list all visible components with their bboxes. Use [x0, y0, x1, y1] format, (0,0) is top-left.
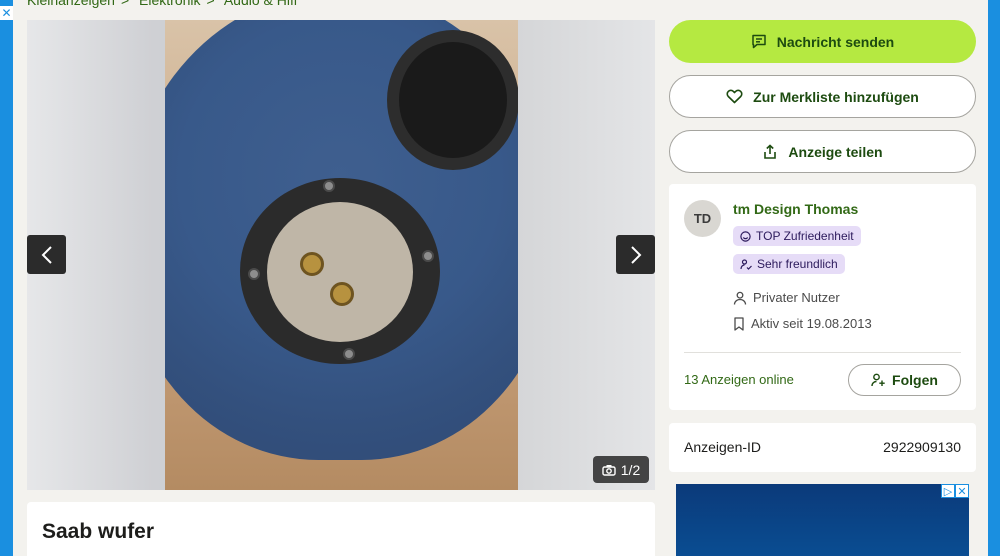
image-counter-text: 1/2: [620, 461, 641, 478]
user-icon: [733, 291, 747, 305]
listing-title-card: Saab wufer: [27, 502, 655, 556]
share-icon: [764, 143, 777, 159]
friendly-icon: [740, 258, 752, 270]
badge-friendly: Sehr freundlich: [733, 254, 845, 274]
image-counter[interactable]: 1/2: [593, 456, 649, 483]
ads-online-link[interactable]: 13 Anzeigen online: [684, 372, 794, 387]
ad-id-label: Anzeigen-ID: [684, 439, 762, 455]
follow-user-icon: [871, 373, 885, 387]
photo-terminal-plate: [267, 202, 413, 342]
breadcrumb: Kleinanzeigen > Elektronik > Audio & Hifi: [27, 0, 303, 8]
seller-active-since-label: Aktiv seit 19.08.2013: [751, 316, 872, 331]
breadcrumb-item-elektronik[interactable]: Elektronik: [139, 0, 200, 8]
seller-active-since: Aktiv seit 19.08.2013: [733, 316, 872, 331]
follow-button-label: Folgen: [892, 372, 938, 388]
seller-name[interactable]: tm Design Thomas: [733, 201, 858, 217]
seller-type: Privater Nutzer: [733, 290, 840, 305]
smiley-icon: [740, 230, 751, 242]
camera-icon: [602, 464, 616, 476]
breadcrumb-item-kleinanzeigen[interactable]: Kleinanzeigen: [27, 0, 115, 8]
avatar[interactable]: TD: [684, 200, 721, 237]
seller-card: TD tm Design Thomas TOP Zufriedenheit Se…: [669, 184, 976, 410]
send-message-label: Nachricht senden: [776, 33, 895, 50]
bookmark-icon: [734, 316, 744, 331]
breadcrumb-separator: >: [206, 0, 215, 8]
send-message-button[interactable]: Nachricht senden: [669, 20, 976, 63]
adchoices-icon[interactable]: ▷: [941, 484, 955, 498]
ad-close-icon[interactable]: ✕: [0, 6, 13, 20]
photo-screw: [422, 250, 434, 262]
ad-controls: ▷ ✕: [941, 484, 969, 498]
chevron-right-icon: [630, 245, 641, 264]
listing-photo[interactable]: [165, 20, 518, 490]
display-ad[interactable]: ▷ ✕: [676, 484, 969, 556]
badge-top-label: TOP Zufriedenheit: [756, 229, 854, 243]
photo-screw: [323, 180, 335, 192]
divider: [684, 352, 961, 353]
follow-button[interactable]: Folgen: [848, 364, 961, 396]
photo-bass-port: [387, 30, 518, 170]
breadcrumb-separator: >: [120, 0, 130, 8]
add-to-watchlist-button[interactable]: Zur Merkliste hinzufügen: [669, 75, 976, 118]
photo-screw: [343, 348, 355, 360]
listing-title: Saab wufer: [42, 520, 155, 543]
share-ad-button[interactable]: Anzeige teilen: [669, 130, 976, 173]
right-ad-strip: [988, 0, 1000, 556]
breadcrumb-item-audio-hifi[interactable]: Audio & Hifi: [224, 0, 297, 8]
seller-type-label: Privater Nutzer: [753, 290, 840, 305]
gallery-prev-button[interactable]: [27, 235, 66, 274]
heart-icon: [726, 89, 743, 104]
chat-icon: [752, 34, 766, 49]
gallery-next-button[interactable]: [616, 235, 655, 274]
photo-terminal-post: [300, 252, 324, 276]
add-to-watchlist-label: Zur Merkliste hinzufügen: [753, 88, 919, 105]
left-ad-strip: ✕: [0, 0, 13, 556]
share-ad-label: Anzeige teilen: [788, 143, 883, 160]
badge-friendly-label: Sehr freundlich: [757, 257, 838, 271]
image-gallery[interactable]: [27, 20, 655, 490]
ad-id-card: Anzeigen-ID 2922909130: [669, 423, 976, 472]
photo-screw: [248, 268, 260, 280]
ad-close-icon[interactable]: ✕: [955, 484, 969, 498]
photo-terminal-post: [330, 282, 354, 306]
badge-top-satisfaction: TOP Zufriedenheit: [733, 226, 861, 246]
chevron-left-icon: [41, 245, 52, 264]
ad-id-value: 2922909130: [883, 439, 961, 455]
